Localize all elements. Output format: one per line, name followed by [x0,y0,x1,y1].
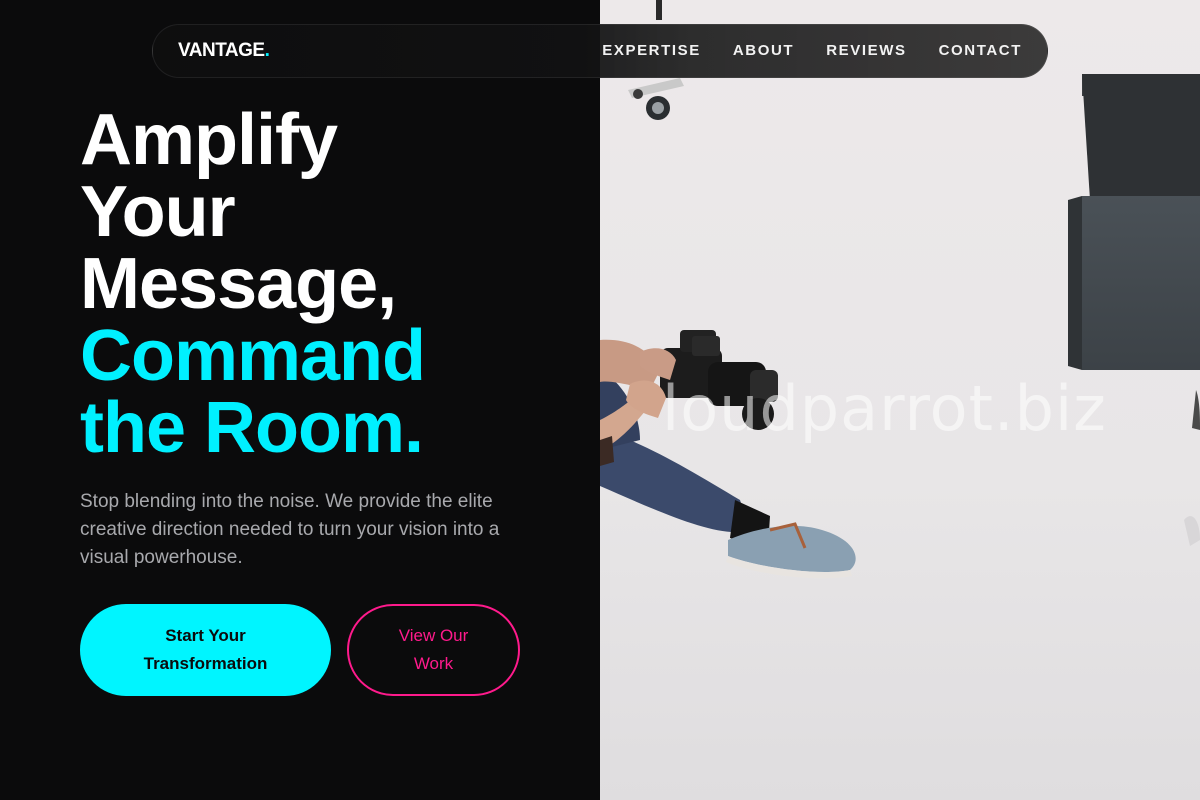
nav-link-about[interactable]: ABOUT [733,42,794,59]
brand-dot: . [264,40,270,61]
headline-line-1: Amplify [80,100,338,180]
hero-photo: loudparrot.biz [600,0,1200,800]
headline-line-2: Your [80,172,236,252]
top-navbar: VANTAGE. EXPERTISE ABOUT REVIEWS CONTACT [152,24,1048,78]
hero-subtext: Stop blending into the noise. We provide… [80,491,500,568]
headline-line-5: the Room. [80,388,424,468]
start-transformation-button[interactable]: Start Your Transformation [80,604,331,696]
view-our-work-button[interactable]: View Our Work [347,604,520,696]
nav-link-reviews[interactable]: REVIEWS [826,42,906,59]
nav-links: EXPERTISE ABOUT REVIEWS CONTACT [602,42,1022,59]
nav-link-contact[interactable]: CONTACT [939,42,1022,59]
headline-line-3: Message, [80,244,397,324]
hero-headline: Amplify Your Message, Command the Room. [80,100,426,468]
headline-line-4: Command [80,316,426,396]
watermark-text: loudparrot.biz [662,372,1107,445]
brand-logo[interactable]: VANTAGE. [178,40,270,62]
brand-name: VANTAGE [178,40,265,61]
nav-link-expertise[interactable]: EXPERTISE [602,42,701,59]
